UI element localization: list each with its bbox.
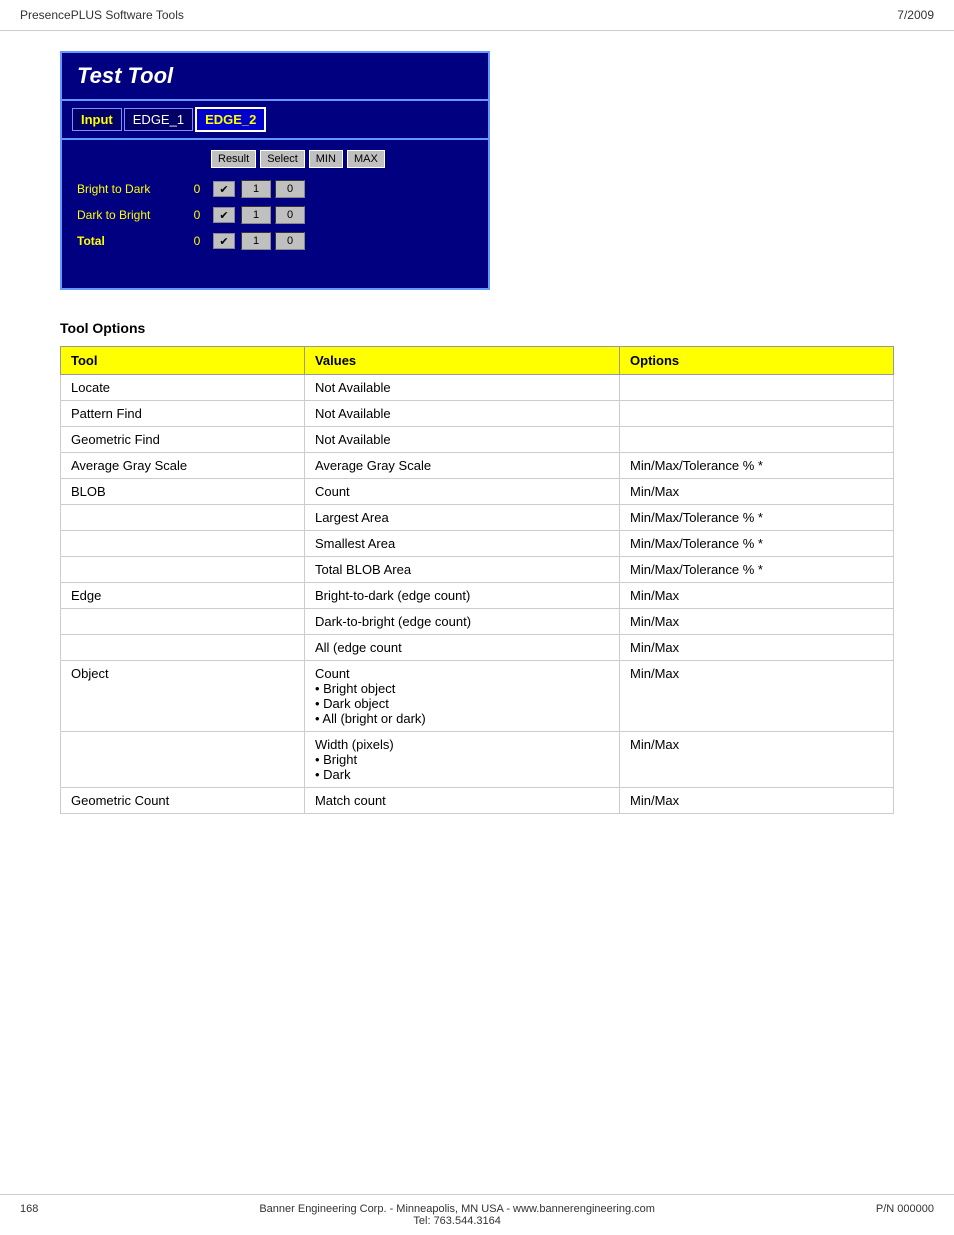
table-row: All (edge countMin/Max [61, 635, 894, 661]
dark-to-bright-result: 0 [187, 208, 207, 222]
page-content: Test Tool Input EDGE_1 EDGE_2 Result Sel… [0, 31, 954, 834]
cell-options: Min/Max/Tolerance % * [620, 505, 894, 531]
col-values: Values [304, 347, 619, 375]
test-tool-tabs[interactable]: Input EDGE_1 EDGE_2 [62, 101, 488, 140]
tab-edge2[interactable]: EDGE_2 [195, 107, 266, 132]
tab-edge1[interactable]: EDGE_1 [124, 108, 193, 131]
cell-options: Min/Max [620, 479, 894, 505]
cell-tool [61, 531, 305, 557]
cell-options: Min/Max [620, 583, 894, 609]
total-min[interactable]: 1 [241, 232, 271, 250]
bright-to-dark-label: Bright to Dark [77, 182, 187, 196]
cell-values: Width (pixels)• Bright• Dark [304, 732, 619, 788]
total-label: Total [77, 234, 187, 248]
page-footer: 168 Banner Engineering Corp. - Minneapol… [0, 1194, 954, 1235]
tool-column-headers: Result Select MIN MAX [77, 150, 473, 168]
table-row: EdgeBright-to-dark (edge count)Min/Max [61, 583, 894, 609]
cell-tool: Average Gray Scale [61, 453, 305, 479]
cell-values: Count [304, 479, 619, 505]
dark-to-bright-checkbox[interactable]: ✔ [213, 207, 235, 223]
total-result: 0 [187, 234, 207, 248]
cell-values: Smallest Area [304, 531, 619, 557]
cell-values: Not Available [304, 427, 619, 453]
cell-tool [61, 505, 305, 531]
cell-values: Match count [304, 788, 619, 814]
header-left: PresencePLUS Software Tools [20, 8, 184, 22]
table-row: Total BLOB AreaMin/Max/Tolerance % * [61, 557, 894, 583]
table-row: Smallest AreaMin/Max/Tolerance % * [61, 531, 894, 557]
bright-to-dark-row: Bright to Dark 0 ✔ 1 0 [77, 180, 473, 198]
table-row: Dark-to-bright (edge count)Min/Max [61, 609, 894, 635]
cell-tool: Geometric Count [61, 788, 305, 814]
min-header: MIN [309, 150, 343, 168]
cell-options: Min/Max [620, 661, 894, 732]
cell-options [620, 375, 894, 401]
table-row: Largest AreaMin/Max/Tolerance % * [61, 505, 894, 531]
cell-options: Min/Max [620, 609, 894, 635]
cell-tool: Geometric Find [61, 427, 305, 453]
cell-tool: Locate [61, 375, 305, 401]
cell-options: Min/Max/Tolerance % * [620, 531, 894, 557]
test-tool-title: Test Tool [62, 53, 488, 101]
col-options: Options [620, 347, 894, 375]
tab-input[interactable]: Input [72, 108, 122, 131]
select-header[interactable]: Select [260, 150, 305, 168]
bright-to-dark-min[interactable]: 1 [241, 180, 271, 198]
cell-tool [61, 732, 305, 788]
cell-values: Largest Area [304, 505, 619, 531]
footer-right: P/N 000000 [876, 1203, 934, 1227]
cell-values: All (edge count [304, 635, 619, 661]
total-row: Total 0 ✔ 1 0 [77, 232, 473, 250]
cell-values: Count• Bright object• Dark object• All (… [304, 661, 619, 732]
cell-values: Dark-to-bright (edge count) [304, 609, 619, 635]
cell-tool: BLOB [61, 479, 305, 505]
dark-to-bright-row: Dark to Bright 0 ✔ 1 0 [77, 206, 473, 224]
total-checkbox[interactable]: ✔ [213, 233, 235, 249]
table-row: Pattern FindNot Available [61, 401, 894, 427]
bright-to-dark-max[interactable]: 0 [275, 180, 305, 198]
cell-options [620, 401, 894, 427]
dark-to-bright-min[interactable]: 1 [241, 206, 271, 224]
cell-tool [61, 635, 305, 661]
max-header: MAX [347, 150, 385, 168]
cell-tool: Edge [61, 583, 305, 609]
dark-to-bright-max[interactable]: 0 [275, 206, 305, 224]
col-tool: Tool [61, 347, 305, 375]
footer-center: Banner Engineering Corp. - Minneapolis, … [38, 1203, 876, 1227]
cell-options: Min/Max [620, 732, 894, 788]
cell-tool [61, 557, 305, 583]
options-table: Tool Values Options LocateNot AvailableP… [60, 346, 894, 814]
cell-values: Not Available [304, 375, 619, 401]
table-row: Geometric CountMatch countMin/Max [61, 788, 894, 814]
cell-values: Bright-to-dark (edge count) [304, 583, 619, 609]
table-row: ObjectCount• Bright object• Dark object•… [61, 661, 894, 732]
total-max[interactable]: 0 [275, 232, 305, 250]
cell-options: Min/Max [620, 635, 894, 661]
cell-tool: Pattern Find [61, 401, 305, 427]
table-row: Average Gray ScaleAverage Gray ScaleMin/… [61, 453, 894, 479]
cell-values: Average Gray Scale [304, 453, 619, 479]
cell-values: Not Available [304, 401, 619, 427]
bright-to-dark-checkbox[interactable]: ✔ [213, 181, 235, 197]
table-row: Width (pixels)• Bright• DarkMin/Max [61, 732, 894, 788]
cell-options: Min/Max [620, 788, 894, 814]
header-right: 7/2009 [897, 8, 934, 22]
cell-values: Total BLOB Area [304, 557, 619, 583]
test-tool-body: Result Select MIN MAX Bright to Dark 0 ✔… [62, 140, 488, 288]
bright-to-dark-result: 0 [187, 182, 207, 196]
cell-options [620, 427, 894, 453]
page-header: PresencePLUS Software Tools 7/2009 [0, 0, 954, 31]
dark-to-bright-label: Dark to Bright [77, 208, 187, 222]
table-row: BLOBCountMin/Max [61, 479, 894, 505]
cell-options: Min/Max/Tolerance % * [620, 557, 894, 583]
cell-options: Min/Max/Tolerance % * [620, 453, 894, 479]
test-tool-window: Test Tool Input EDGE_1 EDGE_2 Result Sel… [60, 51, 490, 290]
result-header: Result [211, 150, 256, 168]
footer-left: 168 [20, 1203, 38, 1227]
table-row: LocateNot Available [61, 375, 894, 401]
table-row: Geometric FindNot Available [61, 427, 894, 453]
tool-options-title: Tool Options [60, 320, 894, 336]
cell-tool: Object [61, 661, 305, 732]
cell-tool [61, 609, 305, 635]
